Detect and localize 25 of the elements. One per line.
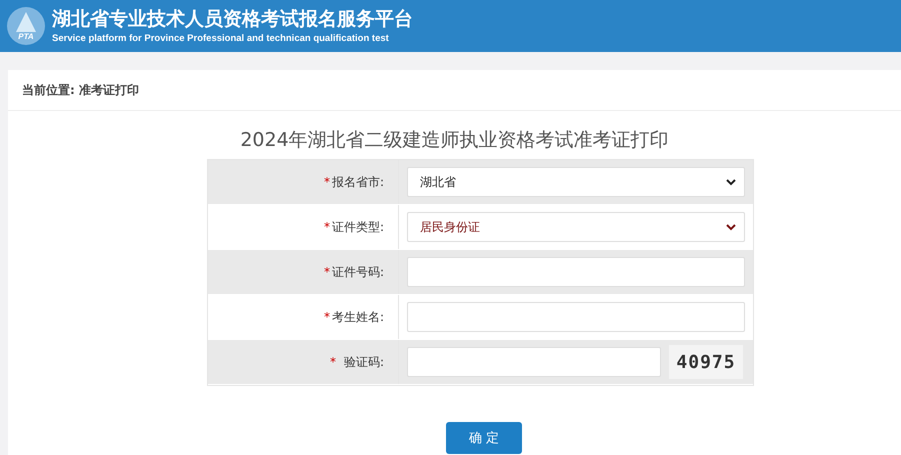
- field-label: 考生姓名:: [332, 308, 384, 326]
- field-label: 证件号码:: [332, 264, 384, 280]
- required-mark: *: [324, 175, 330, 189]
- input-field[interactable]: [407, 347, 661, 377]
- required-mark: *: [324, 265, 330, 279]
- chevron-down-icon: [726, 178, 736, 186]
- chevron-down-icon: [726, 224, 736, 230]
- site-title: 湖北省专业技术人员资格考试报名服务平台: [52, 8, 413, 30]
- input-field[interactable]: [407, 302, 745, 332]
- breadcrumb-current: 准考证打印: [78, 82, 139, 98]
- logo-icon: PTA: [6, 6, 46, 46]
- field-label: 证件类型:: [332, 218, 384, 236]
- site-subtitle: Service platform for Province Professional and technican qualification test: [52, 33, 390, 44]
- breadcrumb-label: 当前位置:: [22, 82, 75, 98]
- required-mark: *: [324, 310, 330, 324]
- captcha-image[interactable]: 40975: [669, 345, 743, 379]
- field-label: 报名省市:: [332, 174, 384, 190]
- form-title: 2024年湖北省二级建造师执业资格考试准考证打印: [239, 128, 670, 153]
- input-field[interactable]: [407, 257, 745, 287]
- dropdown[interactable]: 湖北省: [407, 167, 745, 197]
- required-mark: *: [324, 220, 330, 234]
- dropdown[interactable]: 居民身份证: [407, 212, 745, 242]
- required-mark: *: [330, 355, 336, 369]
- field-label: 验证码:: [344, 354, 384, 370]
- submit-button[interactable]: 确 定: [446, 422, 522, 454]
